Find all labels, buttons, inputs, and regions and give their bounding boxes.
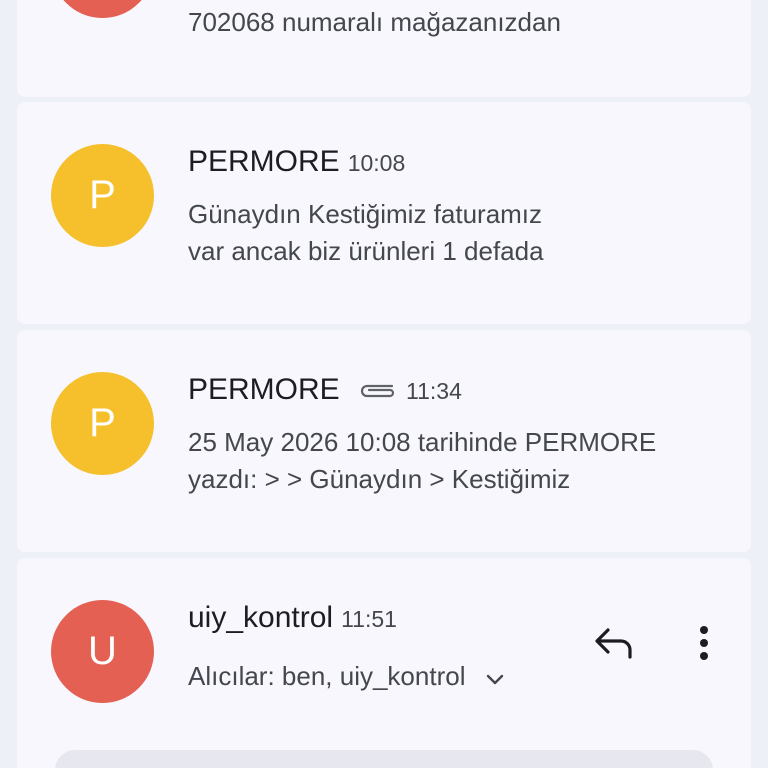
avatar: P bbox=[51, 372, 154, 475]
avatar: P bbox=[51, 144, 154, 247]
snippet-line: Günaydın Kestiğimiz faturamız bbox=[188, 199, 543, 229]
recipients-label: Alıcılar: ben, uiy_kontrol bbox=[188, 661, 466, 691]
paperclip-icon bbox=[358, 374, 398, 408]
sender-name: PERMORE bbox=[188, 373, 340, 406]
chevron-down-icon[interactable] bbox=[485, 660, 505, 697]
more-vert-icon[interactable] bbox=[694, 624, 714, 664]
snippet-line: yazdı: > > Günaydın > Kestiğimiz bbox=[188, 464, 571, 494]
snippet-line: var ancak biz ürünleri 1 defada bbox=[188, 236, 544, 266]
message-body-container bbox=[55, 750, 713, 768]
avatar: U bbox=[51, 600, 154, 703]
message-time: 11:51 bbox=[341, 606, 397, 632]
message-snippet: 702068 numaralı mağazanızdan bbox=[188, 4, 561, 41]
message-header: uiy_kontrol 11:51 bbox=[188, 601, 397, 635]
recipients-toggle[interactable]: Alıcılar: ben, uiy_kontrol bbox=[188, 658, 505, 697]
message-time: 10:08 bbox=[347, 150, 406, 176]
snippet-line: 702068 numaralı mağazanızdan bbox=[188, 7, 561, 37]
reply-icon[interactable] bbox=[592, 624, 636, 664]
message-time: 11:34 bbox=[406, 378, 462, 404]
message-header: PERMORE 11:34 bbox=[188, 373, 462, 408]
message-snippet: 25 May 2026 10:08 tarihinde PERMORE yazd… bbox=[188, 424, 656, 498]
sender-name: uiy_kontrol bbox=[188, 601, 334, 634]
sender-name: PERMORE bbox=[188, 145, 340, 178]
message-snippet: Günaydın Kestiğimiz faturamız var ancak … bbox=[188, 196, 544, 270]
email-thread: 702068 numaralı mağazanızdan P PERMORE 10… bbox=[0, 0, 768, 768]
message-header: PERMORE 10:08 bbox=[188, 145, 405, 179]
snippet-line: 25 May 2026 10:08 tarihinde PERMORE bbox=[188, 427, 657, 457]
